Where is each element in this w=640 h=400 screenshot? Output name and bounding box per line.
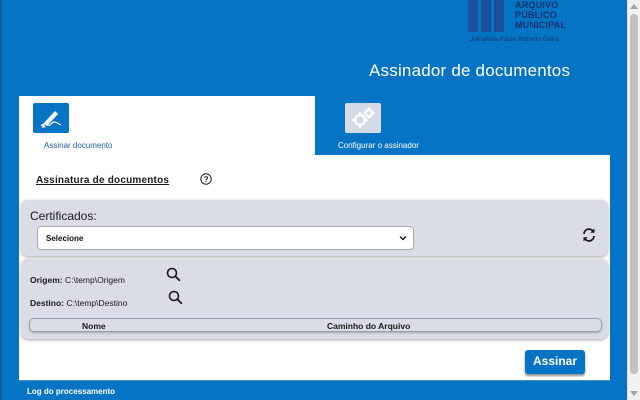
origem-label: Origem:: [30, 275, 63, 285]
logo-line-2: PÚBLICO: [515, 10, 557, 20]
signature-icon: [33, 103, 69, 133]
app-background: ARQUIVO PÚBLICO MUNICIPAL Jornalista Pau…: [0, 0, 637, 400]
vertical-scrollbar[interactable]: [627, 0, 640, 400]
log-label: Log do processamento: [27, 387, 116, 396]
file-table-header: Nome Caminho do Arquivo: [29, 318, 602, 332]
scroll-thumb[interactable]: [630, 14, 638, 374]
chevron-down-icon: [399, 234, 407, 242]
main-panel: Assinar documento Configurar o assinador…: [19, 96, 610, 380]
scroll-up-icon[interactable]: [630, 4, 638, 9]
destino-path: C:\temp\Destino: [66, 298, 128, 308]
tab-assinar-documento[interactable]: Assinar documento: [19, 96, 315, 155]
certificate-select-value: Selecione: [46, 234, 84, 243]
question-icon[interactable]: [200, 172, 212, 185]
logo-subtitle: Jornalista Paulo Roberto Dutra: [470, 36, 559, 43]
certificate-select[interactable]: Selecione: [37, 226, 414, 250]
scroll-down-icon[interactable]: [630, 391, 638, 396]
origem-path: C:\temp\Origem: [64, 275, 125, 285]
origem-row: Origem: C:\temp\Origem: [30, 275, 125, 285]
destino-label: Destino:: [30, 298, 64, 308]
logo-mark: [468, 0, 504, 32]
logo-line-1: ARQUIVO: [515, 0, 559, 10]
column-caminho[interactable]: Caminho do Arquivo: [327, 321, 410, 331]
section-title: Assinatura de documentos: [36, 175, 170, 186]
search-icon[interactable]: [168, 290, 183, 305]
gears-icon: [345, 103, 381, 133]
certificates-label: Certificados:: [30, 209, 97, 223]
tab-label: Configurar o assinador: [338, 141, 419, 150]
column-nome[interactable]: Nome: [82, 321, 106, 331]
tab-configurar-assinador[interactable]: Configurar o assinador: [315, 96, 610, 155]
certificates-panel: Certificados: Selecione: [21, 200, 608, 256]
process-log-header[interactable]: Log do processamento: [19, 380, 610, 400]
refresh-icon[interactable]: [581, 227, 597, 243]
tab-label: Assinar documento: [44, 141, 113, 150]
search-icon[interactable]: [166, 267, 181, 282]
sign-button[interactable]: Assinar: [525, 350, 585, 374]
logo-line-3: MUNICIPAL: [515, 20, 567, 30]
page-title: Assinador de documentos: [369, 61, 571, 80]
destino-row: Destino: C:\temp\Destino: [30, 298, 127, 308]
files-panel: Origem: C:\temp\Origem Destino: C:\temp\…: [21, 259, 608, 339]
